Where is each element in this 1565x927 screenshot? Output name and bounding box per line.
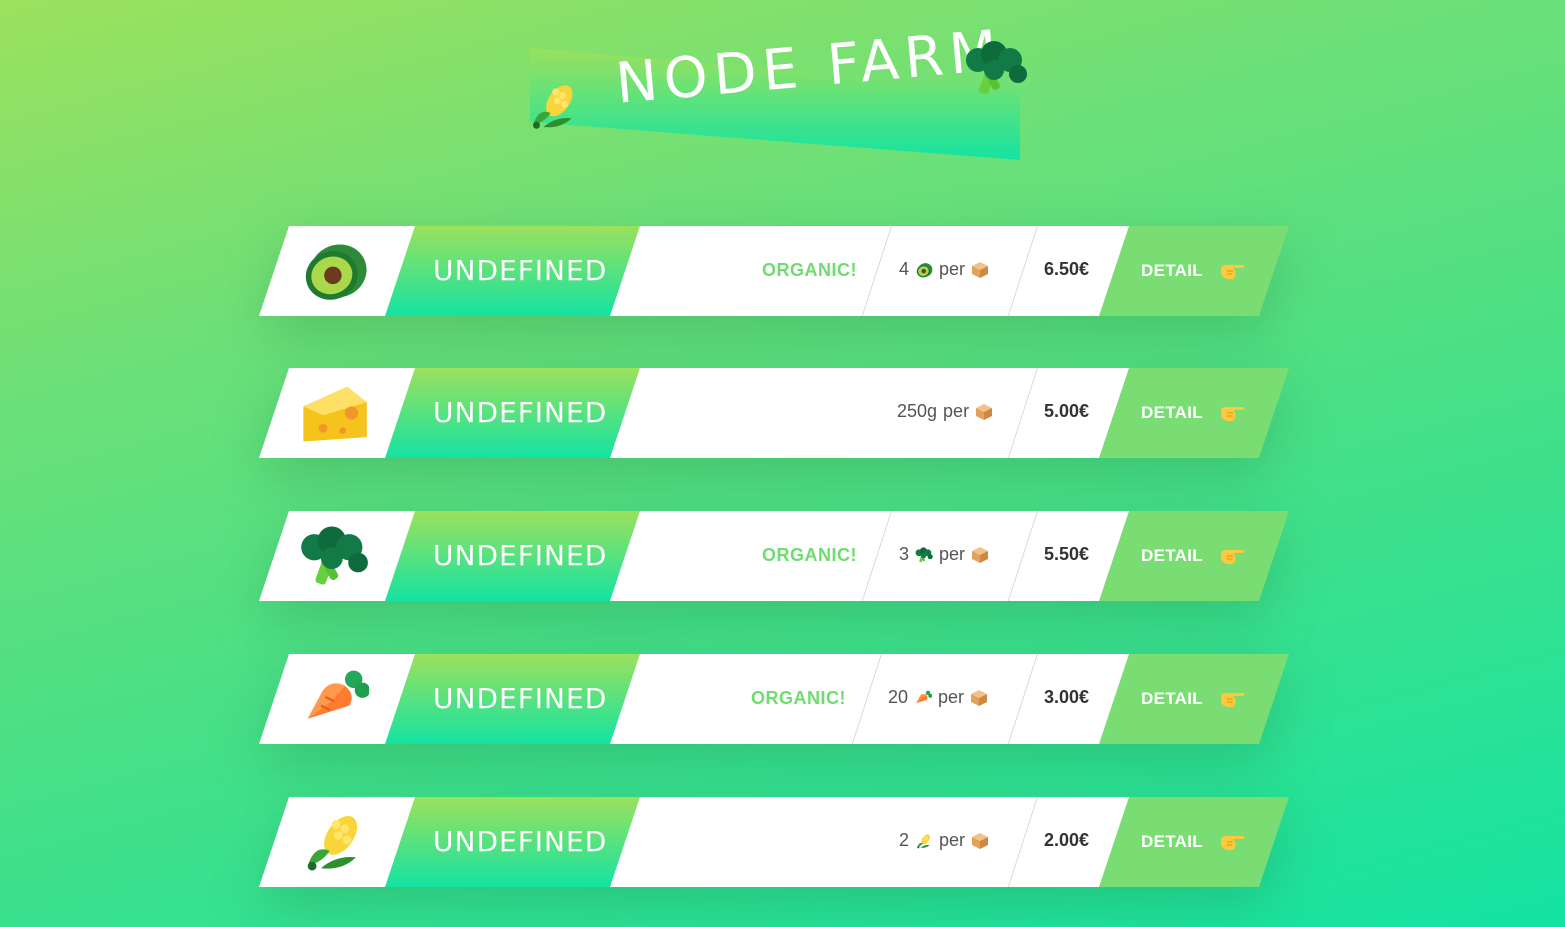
product-name: UNDEFINED (433, 539, 608, 572)
organic-badge: ORGANIC! (762, 260, 857, 280)
detail-button[interactable]: DETAIL (1099, 511, 1289, 601)
box-icon (975, 403, 993, 421)
corn-icon (915, 832, 933, 850)
product-quantity: 2 per (899, 830, 989, 851)
product-price: 3.00€ (1044, 687, 1090, 707)
product-name: UNDEFINED (433, 825, 608, 858)
product-card[interactable]: UNDEFINED 2 per 2.00€ DETAIL (259, 797, 1289, 887)
cheese-icon (299, 382, 369, 444)
pointing-hand-icon (1219, 401, 1247, 425)
avocado-icon (299, 240, 369, 302)
product-price: 5.50€ (1044, 544, 1090, 564)
broccoli-icon (915, 546, 933, 564)
product-card[interactable]: UNDEFINED ORGANIC! 20 per 3.00€ DETAIL (259, 654, 1289, 744)
corn-icon (299, 811, 369, 873)
header: NODE FARM (520, 18, 1040, 170)
box-icon (970, 689, 988, 707)
carrot-icon (299, 668, 369, 730)
product-quantity: 3 per (899, 544, 989, 565)
product-quantity: 4 per (899, 259, 989, 280)
pointing-hand-icon (1219, 544, 1247, 568)
product-name: UNDEFINED (433, 396, 608, 429)
corn-icon (526, 70, 582, 142)
product-price: 5.00€ (1044, 401, 1090, 421)
detail-button[interactable]: DETAIL (1099, 368, 1289, 458)
product-card[interactable]: UNDEFINED 250g per 5.00€ DETAIL (259, 368, 1289, 458)
broccoli-icon (964, 34, 1028, 102)
detail-button[interactable]: DETAIL (1099, 226, 1289, 316)
product-quantity: 250g per (897, 401, 993, 422)
detail-button[interactable]: DETAIL (1099, 797, 1289, 887)
organic-badge: ORGANIC! (762, 545, 857, 565)
pointing-hand-icon (1219, 830, 1247, 854)
pointing-hand-icon (1219, 259, 1247, 283)
product-card[interactable]: UNDEFINED ORGANIC! 3 per 5.50€ DETAIL (259, 511, 1289, 601)
organic-badge: ORGANIC! (751, 688, 846, 708)
product-price: 2.00€ (1044, 830, 1090, 850)
box-icon (971, 832, 989, 850)
product-card[interactable]: UNDEFINED ORGANIC! 4 per 6.50€ DETAIL (259, 226, 1289, 316)
product-name: UNDEFINED (433, 682, 608, 715)
pointing-hand-icon (1219, 687, 1247, 711)
product-price: 6.50€ (1044, 259, 1090, 279)
box-icon (971, 261, 989, 279)
product-name: UNDEFINED (433, 254, 608, 287)
carrot-icon (914, 689, 932, 707)
product-quantity: 20 per (888, 687, 988, 708)
broccoli-icon (299, 525, 369, 587)
avocado-icon (915, 261, 933, 279)
detail-button[interactable]: DETAIL (1099, 654, 1289, 744)
box-icon (971, 546, 989, 564)
